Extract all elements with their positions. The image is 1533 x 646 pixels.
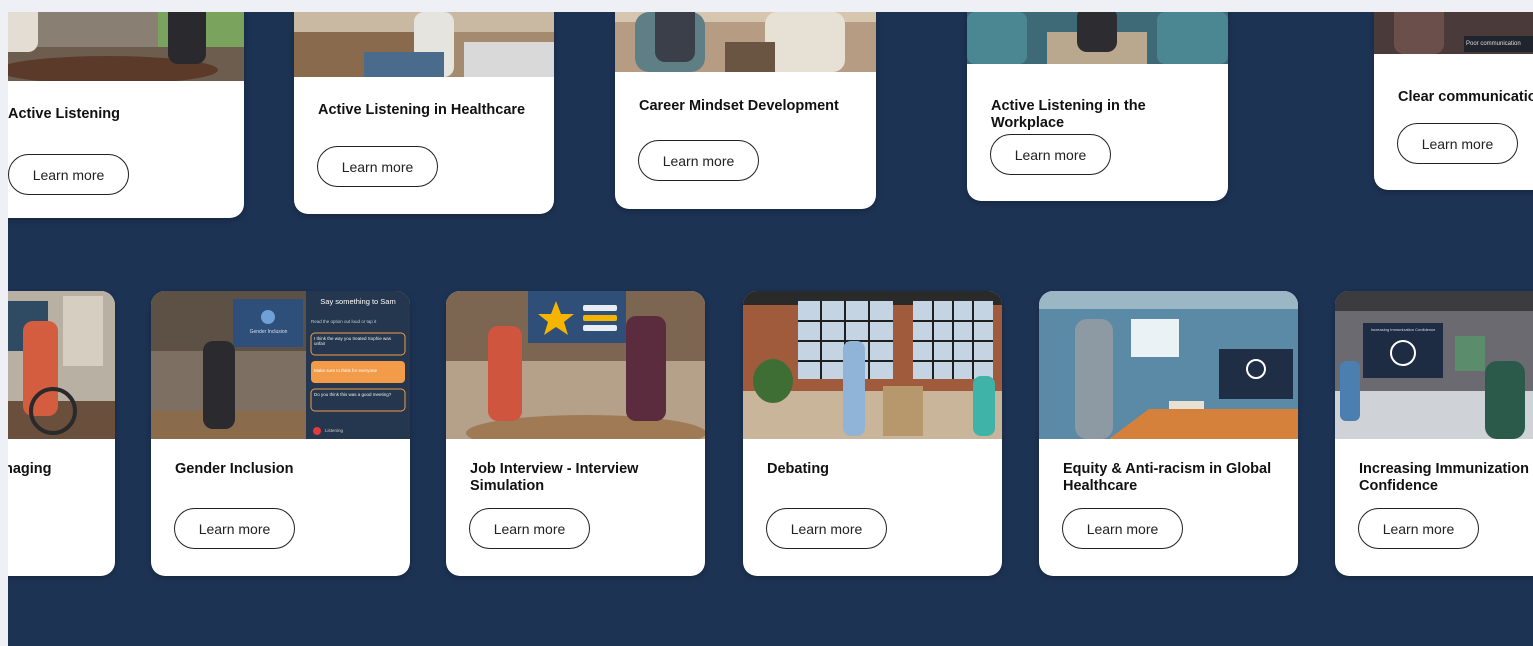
course-title: Active Listening in Healthcare xyxy=(318,102,526,118)
scenario-screen-label: Increasing Immunization Confidence xyxy=(1370,327,1436,332)
course-card-gender-inclusion[interactable]: Gender Inclusion Say something to Sam Re… xyxy=(151,291,410,576)
course-title: Career Mindset Development xyxy=(639,98,839,114)
course-card-career-mindset[interactable]: Career Mindset Development Learn more xyxy=(615,12,876,209)
course-title: Debating xyxy=(767,461,830,477)
learn-more-button[interactable]: Learn more xyxy=(990,134,1111,175)
course-thumbnail xyxy=(743,291,1002,439)
course-card-active-listening-workplace[interactable]: Active Listening in the Workplace Learn … xyxy=(967,12,1228,201)
course-thumbnail xyxy=(294,12,554,77)
course-title: Increasing Immunization Confidence xyxy=(1359,461,1529,494)
course-card-debating[interactable]: Debating Learn more xyxy=(743,291,1002,576)
course-thumbnail xyxy=(615,12,876,72)
course-thumbnail xyxy=(8,12,244,81)
course-title: Clear communicatio xyxy=(1398,89,1533,105)
chat-hint: Read the option out loud or tap it xyxy=(311,319,377,324)
scenario-screen-label: Gender Inclusion xyxy=(249,329,288,335)
course-title: Active Listening xyxy=(8,106,120,122)
course-carousel: Active Listening Learn more Active Liste… xyxy=(8,12,1533,646)
course-card-equity-anti-racism[interactable]: Equity & Anti-racism in Global Healthcar… xyxy=(1039,291,1298,576)
course-card-clear-communication[interactable]: Poor communication Clear communicatio Le… xyxy=(1374,12,1533,190)
course-card-job-interview[interactable]: Job Interview - Interview Simulation Lea… xyxy=(446,291,705,576)
course-card-active-listening[interactable]: Active Listening Learn more xyxy=(8,12,244,218)
course-title: naging xyxy=(8,461,52,477)
learn-more-button[interactable]: Learn more xyxy=(174,508,295,549)
course-card-active-listening-healthcare[interactable]: Active Listening in Healthcare Learn mor… xyxy=(294,12,554,214)
course-title: Equity & Anti-racism in Global Healthcar… xyxy=(1063,461,1272,494)
learn-more-button[interactable]: Learn more xyxy=(317,146,438,187)
learn-more-button[interactable]: Learn more xyxy=(469,508,590,549)
course-card-increasing-immunization[interactable]: Increasing Immunization Confidence Incre… xyxy=(1335,291,1533,576)
course-thumbnail xyxy=(1039,291,1298,439)
course-card-managing[interactable]: naging xyxy=(8,291,115,576)
course-thumbnail xyxy=(967,12,1228,64)
course-thumbnail: Gender Inclusion Say something to Sam Re… xyxy=(151,291,410,439)
chat-header: Say something to Sam xyxy=(320,297,396,306)
course-thumbnail xyxy=(8,291,115,439)
scenario-tag: Poor communication xyxy=(1466,41,1521,47)
course-title: Active Listening in the Workplace xyxy=(991,98,1146,131)
course-title: Job Interview - Interview Simulation xyxy=(470,461,639,494)
course-thumbnail: Increasing Immunization Confidence xyxy=(1335,291,1533,439)
chat-option[interactable]: I think the way you treated Sophie was u… xyxy=(314,336,402,346)
chat-option[interactable]: Do you think this was a good meeting? xyxy=(314,392,402,397)
course-title: Gender Inclusion xyxy=(175,461,294,477)
learn-more-button[interactable]: Learn more xyxy=(638,140,759,181)
chat-status: Listening xyxy=(325,428,344,433)
learn-more-button[interactable]: Learn more xyxy=(1358,508,1479,549)
learn-more-button[interactable]: Learn more xyxy=(8,154,129,195)
learn-more-button[interactable]: Learn more xyxy=(1062,508,1183,549)
course-thumbnail xyxy=(446,291,705,439)
learn-more-button[interactable]: Learn more xyxy=(1397,123,1518,164)
learn-more-button[interactable]: Learn more xyxy=(766,508,887,549)
course-thumbnail: Poor communication xyxy=(1374,12,1533,54)
chat-option[interactable]: Make sure to think for everyone xyxy=(314,368,402,373)
